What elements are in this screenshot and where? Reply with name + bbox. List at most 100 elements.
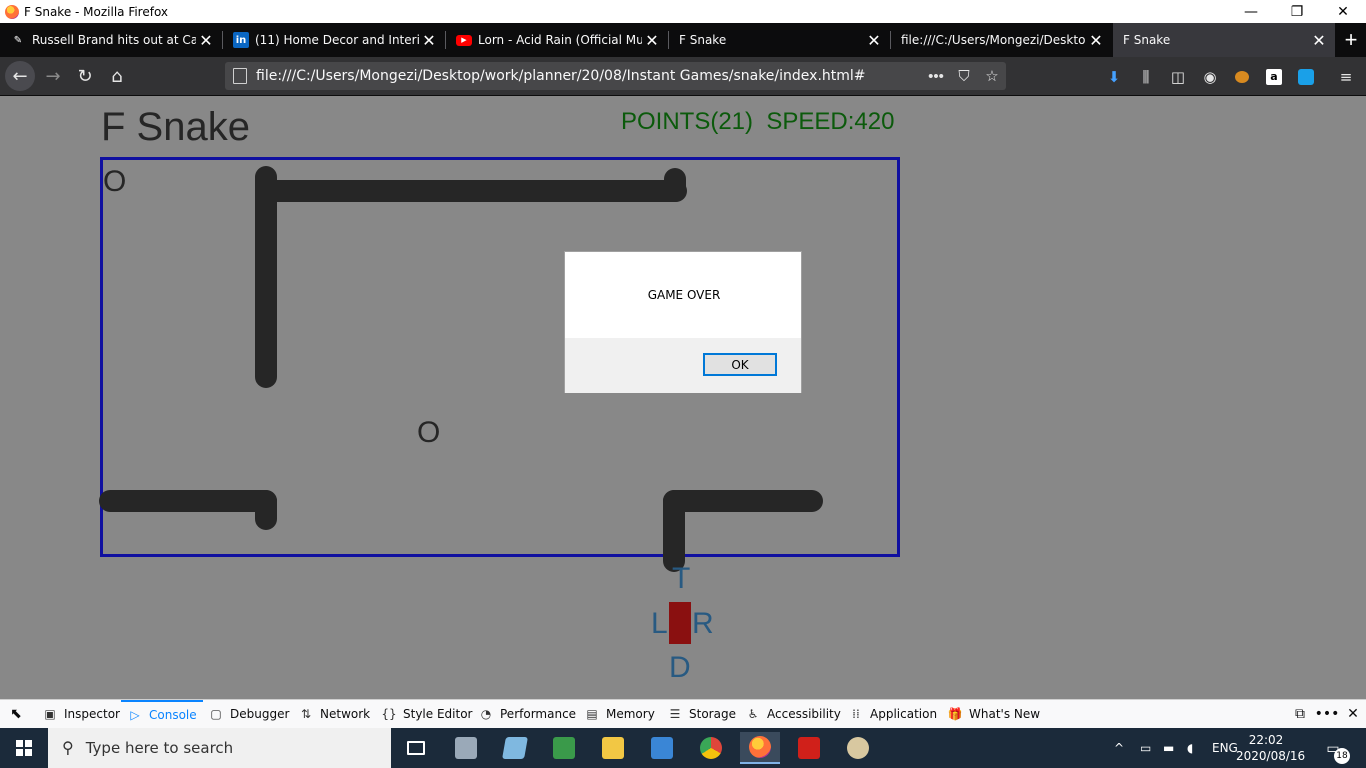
- language-indicator[interactable]: ENG: [1212, 728, 1238, 768]
- inspector-icon: ▣: [44, 707, 56, 721]
- forward-button[interactable]: →: [38, 61, 68, 91]
- snake-head: [669, 602, 691, 644]
- devtools-tab-network[interactable]: ⇅ Network: [298, 700, 370, 728]
- window-title: F Snake - Mozilla Firefox: [24, 4, 169, 19]
- tab-close-icon[interactable]: ✕: [864, 31, 884, 50]
- devtools-more-icon[interactable]: •••: [1315, 704, 1340, 724]
- devtools-tab-application[interactable]: ⁞⁞ Application: [848, 700, 937, 728]
- photos-viewer-icon: [651, 737, 673, 759]
- navigation-toolbar: ← → ↻ ⌂ file:///C:/Users/Mongezi/Desktop…: [0, 57, 1366, 96]
- taskbar-app-chrome[interactable]: [691, 732, 731, 764]
- wall-segment: [255, 166, 277, 388]
- dock-side-icon[interactable]: ⧉: [1289, 704, 1311, 724]
- library-icon[interactable]: ⫼: [1136, 67, 1156, 87]
- devtools-tab-debugger[interactable]: ▢ Debugger: [208, 700, 289, 728]
- url-text[interactable]: file:///C:/Users/Mongezi/Desktop/work/pl…: [256, 68, 922, 84]
- control-right-button[interactable]: R: [692, 607, 714, 641]
- devtools-tab-accessibility[interactable]: ♿ Accessibility: [745, 700, 841, 728]
- style-editor-icon: {}: [381, 707, 397, 721]
- volume-tray-icon[interactable]: ◖: [1187, 728, 1193, 768]
- devtools-tab-label: Application: [870, 707, 938, 721]
- memory-icon: ▤: [586, 707, 598, 721]
- tab-close-icon[interactable]: ✕: [196, 31, 216, 50]
- hamburger-menu-icon[interactable]: ≡: [1336, 67, 1356, 87]
- tab-close-icon[interactable]: ✕: [642, 31, 662, 50]
- taskbar-app-notepad[interactable]: [495, 732, 535, 764]
- taskbar-app-photos[interactable]: [446, 732, 486, 764]
- extension-owl-icon[interactable]: [1232, 67, 1252, 87]
- extension-arrow-icon[interactable]: [1296, 67, 1316, 87]
- tab-home-decor[interactable]: in (11) Home Decor and Interior D ✕: [223, 23, 445, 57]
- control-left-button[interactable]: L: [651, 607, 668, 641]
- new-tab-button[interactable]: +: [1336, 23, 1366, 57]
- tab-russell-brand[interactable]: ✎ Russell Brand hits out at Cardi B ✕: [0, 23, 222, 57]
- tab-file-desktop[interactable]: file:///C:/Users/Mongezi/Desktop/ ✕: [891, 23, 1112, 57]
- power-tray-icon[interactable]: ▬: [1163, 728, 1174, 768]
- windows-taskbar: ⚲ Type here to search ^ ▭ ▬ ◖ ENG 22:02 …: [0, 728, 1366, 768]
- chrome-icon: [700, 737, 722, 759]
- taskbar-app-excel[interactable]: [544, 732, 584, 764]
- devtools-tab-storage[interactable]: ☰ Storage: [667, 700, 736, 728]
- control-down-button[interactable]: D: [669, 651, 691, 685]
- back-button[interactable]: ←: [5, 61, 35, 91]
- url-bar[interactable]: file:///C:/Users/Mongezi/Desktop/work/pl…: [225, 62, 1006, 90]
- devtools-tab-label: Memory: [606, 707, 655, 721]
- linkedin-icon: in: [233, 32, 249, 48]
- start-button[interactable]: [0, 728, 48, 768]
- tab-label: F Snake: [1123, 33, 1171, 47]
- network-icon: ⇅: [300, 707, 312, 721]
- close-window-button[interactable]: ✕: [1320, 0, 1366, 23]
- devtools-close-icon[interactable]: ✕: [1342, 704, 1364, 724]
- wall-segment: [664, 168, 686, 202]
- devtools-tab-label: Performance: [500, 707, 577, 721]
- taskbar-app-paint[interactable]: [838, 732, 878, 764]
- reload-button[interactable]: ↻: [70, 61, 100, 91]
- amazon-extension-icon[interactable]: a: [1264, 67, 1284, 87]
- clock-date: 2020/08/16: [1236, 749, 1306, 763]
- devtools-tab-console[interactable]: ▷ Console: [121, 700, 203, 728]
- tab-label: Russell Brand hits out at Cardi B: [32, 33, 196, 47]
- devtools-tab-style-editor[interactable]: {} Style Editor: [381, 700, 472, 728]
- taskbar-app-file-explorer[interactable]: [593, 732, 633, 764]
- sidebar-icon[interactable]: ◫: [1168, 67, 1188, 87]
- tab-lorn-acid-rain[interactable]: ▶ Lorn - Acid Rain (Official Music ✕: [446, 23, 668, 57]
- restore-button[interactable]: ❐: [1274, 0, 1320, 23]
- tab-close-icon[interactable]: ✕: [419, 31, 439, 50]
- taskbar-app-firefox[interactable]: [740, 732, 780, 764]
- score-display: POINTS(21) SPEED:420: [621, 108, 894, 136]
- tab-f-snake-active[interactable]: F Snake ✕: [1113, 23, 1335, 57]
- pocket-icon[interactable]: ⛉: [950, 68, 978, 85]
- page-actions-icon[interactable]: •••: [922, 68, 950, 85]
- downloads-icon[interactable]: ⬇: [1104, 67, 1124, 87]
- account-icon[interactable]: ◉: [1200, 67, 1220, 87]
- firefox-logo-icon: [5, 4, 19, 19]
- tab-close-icon[interactable]: ✕: [1086, 31, 1106, 50]
- devtools-tab-label: Accessibility: [767, 707, 841, 721]
- devtools-tab-label: Debugger: [230, 707, 290, 721]
- tab-f-snake-1[interactable]: F Snake ✕: [669, 23, 890, 57]
- devtools-tab-performance[interactable]: ◔ Performance: [478, 700, 576, 728]
- devtools-tab-inspector[interactable]: ▣ Inspector: [42, 700, 120, 728]
- taskbar-search[interactable]: ⚲ Type here to search: [48, 728, 391, 768]
- search-placeholder: Type here to search: [85, 739, 234, 757]
- storage-icon: ☰: [669, 707, 681, 721]
- bookmark-star-icon[interactable]: ☆: [978, 67, 1006, 85]
- taskbar-app-acrobat[interactable]: [789, 732, 829, 764]
- tray-chevron-icon[interactable]: ^: [1114, 728, 1124, 768]
- task-view-button[interactable]: [396, 732, 436, 764]
- taskbar-app-photos-viewer[interactable]: [642, 732, 682, 764]
- taskbar-clock[interactable]: 22:02 2020/08/16: [1236, 732, 1306, 764]
- control-up-button[interactable]: T: [672, 562, 690, 596]
- tab-label: (11) Home Decor and Interior D: [255, 33, 419, 47]
- ok-button[interactable]: OK: [703, 353, 777, 376]
- windows-logo-icon: [16, 740, 32, 756]
- home-button[interactable]: ⌂: [102, 61, 132, 91]
- network-tray-icon[interactable]: ▭: [1140, 728, 1151, 768]
- accessibility-icon: ♿: [747, 707, 759, 721]
- element-picker-icon[interactable]: ⬉: [5, 704, 27, 724]
- acrobat-icon: [798, 737, 820, 759]
- devtools-tab-whats-new[interactable]: 🎁 What's New: [947, 700, 1041, 728]
- minimize-button[interactable]: —: [1228, 0, 1274, 23]
- devtools-tab-memory[interactable]: ▤ Memory: [584, 700, 655, 728]
- tab-close-icon[interactable]: ✕: [1309, 31, 1329, 50]
